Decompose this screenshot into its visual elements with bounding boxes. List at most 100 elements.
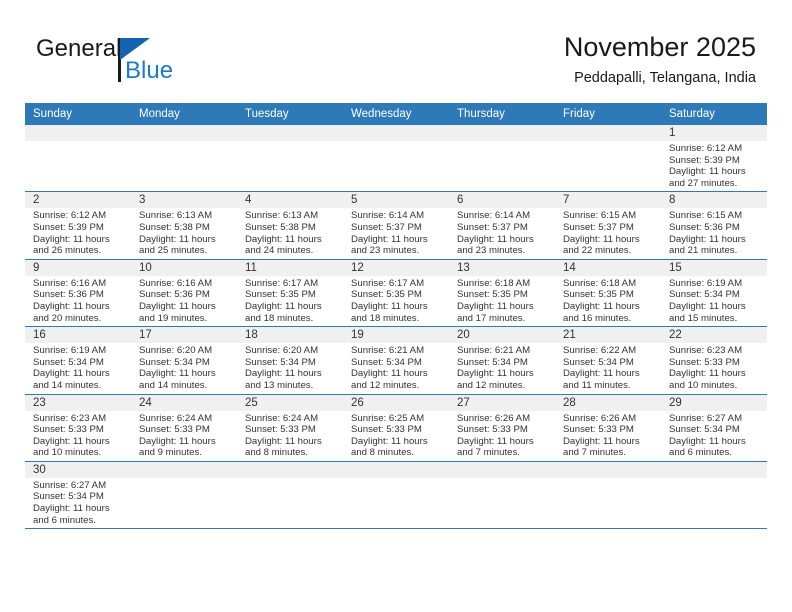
calendar-day-cell[interactable]: 16 Sunrise: 6:19 AM Sunset: 5:34 PM Dayligh…: [25, 326, 131, 395]
daylight-text: Daylight: 11 hours and 10 minutes.: [669, 368, 746, 391]
calendar-cell-empty: [25, 125, 131, 193]
calendar-cell-empty: [555, 125, 661, 193]
calendar-day-cell[interactable]: 6 Sunrise: 6:14 AM Sunset: 5:37 PM Daylight…: [449, 191, 555, 260]
sunrise-text: Sunrise: 6:26 AM: [457, 412, 531, 424]
sunrise-text: Sunrise: 6:15 AM: [669, 210, 743, 222]
day-number: 8: [661, 192, 767, 209]
calendar-day-cell[interactable]: 5 Sunrise: 6:14 AM Sunset: 5:37 PM Daylight…: [343, 191, 449, 260]
weekday-header-thursday: Thursday: [449, 103, 555, 125]
calendar-day-cell[interactable]: 8 Sunrise: 6:15 AM Sunset: 5:36 PM Daylight…: [661, 191, 767, 260]
day-number: 11: [237, 259, 343, 276]
day-number-bar: [449, 125, 555, 141]
weekday-header-friday: Friday: [555, 103, 661, 125]
day-details: Sunrise: 6:16 AM Sunset: 5:36 PM Daylight:…: [25, 276, 131, 326]
daylight-text: Daylight: 11 hours and 16 minutes.: [563, 300, 640, 324]
calendar-day-cell[interactable]: 21 Sunrise: 6:22 AM Sunset: 5:34 PM Dayligh…: [555, 326, 661, 395]
calendar-day-cell[interactable]: 13 Sunrise: 6:18 AM Sunset: 5:35 PM Dayligh…: [449, 259, 555, 328]
daylight-text: Daylight: 11 hours and 23 minutes.: [457, 233, 534, 257]
calendar-day-cell[interactable]: 18 Sunrise: 6:20 AM Sunset: 5:34 PM Dayligh…: [237, 326, 343, 395]
day-number: 24: [131, 394, 237, 411]
daylight-text: Daylight: 11 hours and 14 minutes.: [33, 368, 110, 391]
day-number: 29: [661, 394, 767, 411]
sunrise-text: Sunrise: 6:14 AM: [457, 210, 531, 222]
calendar-day-cell[interactable]: 29 Sunrise: 6:27 AM Sunset: 5:34 PM Dayligh…: [661, 394, 767, 462]
page-title: November 2025: [563, 32, 756, 62]
day-number: 2: [25, 192, 131, 209]
calendar-day-cell[interactable]: 19 Sunrise: 6:21 AM Sunset: 5:34 PM Dayligh…: [343, 326, 449, 395]
sunset-text: Sunset: 5:34 PM: [669, 424, 740, 436]
calendar-day-cell[interactable]: 22 Sunrise: 6:23 AM Sunset: 5:33 PM Dayligh…: [661, 326, 767, 395]
sunrise-text: Sunrise: 6:12 AM: [33, 210, 107, 222]
calendar-day-cell[interactable]: 15 Sunrise: 6:19 AM Sunset: 5:34 PM Dayligh…: [661, 259, 767, 328]
daylight-text: Daylight: 11 hours and 23 minutes.: [351, 233, 428, 257]
day-details: Sunrise: 6:18 AM Sunset: 5:35 PM Daylight:…: [555, 276, 661, 326]
day-number-bar: [661, 461, 767, 478]
day-number: 16: [25, 327, 131, 344]
sunset-text: Sunset: 5:34 PM: [139, 356, 210, 368]
calendar-day-cell[interactable]: 14 Sunrise: 6:18 AM Sunset: 5:35 PM Dayligh…: [555, 259, 661, 328]
sunrise-text: Sunrise: 6:24 AM: [245, 412, 319, 424]
daylight-text: Daylight: 11 hours and 15 minutes.: [669, 300, 746, 324]
day-details: Sunrise: 6:27 AM Sunset: 5:34 PM Daylight:…: [25, 478, 131, 528]
weekday-header-monday: Monday: [131, 103, 237, 125]
calendar-day-cell[interactable]: 25 Sunrise: 6:24 AM Sunset: 5:33 PM Dayligh…: [237, 394, 343, 462]
calendar-day-cell[interactable]: 7 Sunrise: 6:15 AM Sunset: 5:37 PM Daylight…: [555, 191, 661, 260]
day-number: 28: [555, 394, 661, 411]
day-details: Sunrise: 6:12 AM Sunset: 5:39 PM Daylight:…: [25, 208, 131, 258]
sunset-text: Sunset: 5:35 PM: [245, 289, 316, 301]
calendar-body: 1 Sunrise: 6:12 AM Sunset: 5:39 PM Daylight…: [25, 125, 767, 530]
calendar-day-cell[interactable]: 10 Sunrise: 6:16 AM Sunset: 5:36 PM Dayligh…: [131, 259, 237, 328]
sunrise-text: Sunrise: 6:21 AM: [351, 345, 425, 357]
day-details: Sunrise: 6:25 AM Sunset: 5:33 PM Daylight:…: [343, 411, 449, 461]
day-details: Sunrise: 6:27 AM Sunset: 5:34 PM Daylight:…: [661, 411, 767, 461]
day-details: Sunrise: 6:15 AM Sunset: 5:36 PM Daylight:…: [661, 208, 767, 258]
daylight-text: Daylight: 11 hours and 9 minutes.: [139, 435, 216, 459]
calendar-day-cell[interactable]: 12 Sunrise: 6:17 AM Sunset: 5:35 PM Dayligh…: [343, 259, 449, 328]
sunset-text: Sunset: 5:33 PM: [457, 424, 528, 436]
sunrise-text: Sunrise: 6:13 AM: [139, 210, 213, 222]
calendar-day-cell[interactable]: 27 Sunrise: 6:26 AM Sunset: 5:33 PM Dayligh…: [449, 394, 555, 462]
day-number: 14: [555, 259, 661, 276]
brand-logo[interactable]: General Blue: [36, 36, 216, 92]
day-details: Sunrise: 6:15 AM Sunset: 5:37 PM Daylight:…: [555, 208, 661, 258]
daylight-text: Daylight: 11 hours and 12 minutes.: [457, 368, 534, 391]
daylight-text: Daylight: 11 hours and 18 minutes.: [245, 300, 322, 324]
sunset-text: Sunset: 5:33 PM: [563, 424, 634, 436]
calendar-cell-empty: [661, 461, 767, 530]
sunset-text: Sunset: 5:37 PM: [351, 221, 422, 233]
sunset-text: Sunset: 5:35 PM: [457, 289, 528, 301]
daylight-text: Daylight: 11 hours and 22 minutes.: [563, 233, 640, 257]
day-details: Sunrise: 6:14 AM Sunset: 5:37 PM Daylight:…: [449, 208, 555, 258]
calendar-day-cell[interactable]: 9 Sunrise: 6:16 AM Sunset: 5:36 PM Daylight…: [25, 259, 131, 328]
calendar-day-cell[interactable]: 30 Sunrise: 6:27 AM Sunset: 5:34 PM Dayligh…: [25, 461, 131, 530]
sunrise-text: Sunrise: 6:19 AM: [33, 345, 107, 357]
sunrise-text: Sunrise: 6:25 AM: [351, 412, 425, 424]
day-details: Sunrise: 6:18 AM Sunset: 5:35 PM Daylight:…: [449, 276, 555, 326]
sunset-text: Sunset: 5:37 PM: [457, 221, 528, 233]
calendar-day-cell[interactable]: 3 Sunrise: 6:13 AM Sunset: 5:38 PM Daylight…: [131, 191, 237, 260]
calendar-day-cell[interactable]: 24 Sunrise: 6:24 AM Sunset: 5:33 PM Dayligh…: [131, 394, 237, 462]
sunset-text: Sunset: 5:39 PM: [669, 154, 740, 166]
calendar-day-cell[interactable]: 23 Sunrise: 6:23 AM Sunset: 5:33 PM Dayligh…: [25, 394, 131, 462]
sunrise-text: Sunrise: 6:23 AM: [669, 345, 743, 357]
daylight-text: Daylight: 11 hours and 17 minutes.: [457, 300, 534, 324]
day-details: Sunrise: 6:19 AM Sunset: 5:34 PM Daylight:…: [661, 276, 767, 326]
daylight-text: Daylight: 11 hours and 25 minutes.: [139, 233, 216, 257]
day-number: 20: [449, 327, 555, 344]
title-block: November 2025 Peddapalli, Telangana, Ind…: [564, 30, 756, 87]
calendar-day-cell[interactable]: 2 Sunrise: 6:12 AM Sunset: 5:39 PM Daylight…: [25, 191, 131, 260]
calendar-day-cell[interactable]: 26 Sunrise: 6:25 AM Sunset: 5:33 PM Dayligh…: [343, 394, 449, 462]
calendar-cell-empty: [237, 125, 343, 193]
sunset-text: Sunset: 5:33 PM: [669, 356, 740, 368]
calendar-day-cell[interactable]: 17 Sunrise: 6:20 AM Sunset: 5:34 PM Dayligh…: [131, 326, 237, 395]
calendar-day-cell[interactable]: 4 Sunrise: 6:13 AM Sunset: 5:38 PM Daylight…: [237, 191, 343, 260]
page-header: General Blue November 2025 Peddapalli, T…: [0, 0, 792, 102]
calendar-day-cell[interactable]: 1 Sunrise: 6:12 AM Sunset: 5:39 PM Daylight…: [661, 125, 767, 193]
calendar-cell-empty: [555, 461, 661, 530]
sunrise-text: Sunrise: 6:27 AM: [33, 479, 107, 491]
calendar-week-row: 16 Sunrise: 6:19 AM Sunset: 5:34 PM Dayligh…: [25, 326, 767, 395]
sunset-text: Sunset: 5:34 PM: [245, 356, 316, 368]
calendar-day-cell[interactable]: 28 Sunrise: 6:26 AM Sunset: 5:33 PM Dayligh…: [555, 394, 661, 462]
calendar-day-cell[interactable]: 20 Sunrise: 6:21 AM Sunset: 5:34 PM Dayligh…: [449, 326, 555, 395]
calendar-day-cell[interactable]: 11 Sunrise: 6:17 AM Sunset: 5:35 PM Dayligh…: [237, 259, 343, 328]
